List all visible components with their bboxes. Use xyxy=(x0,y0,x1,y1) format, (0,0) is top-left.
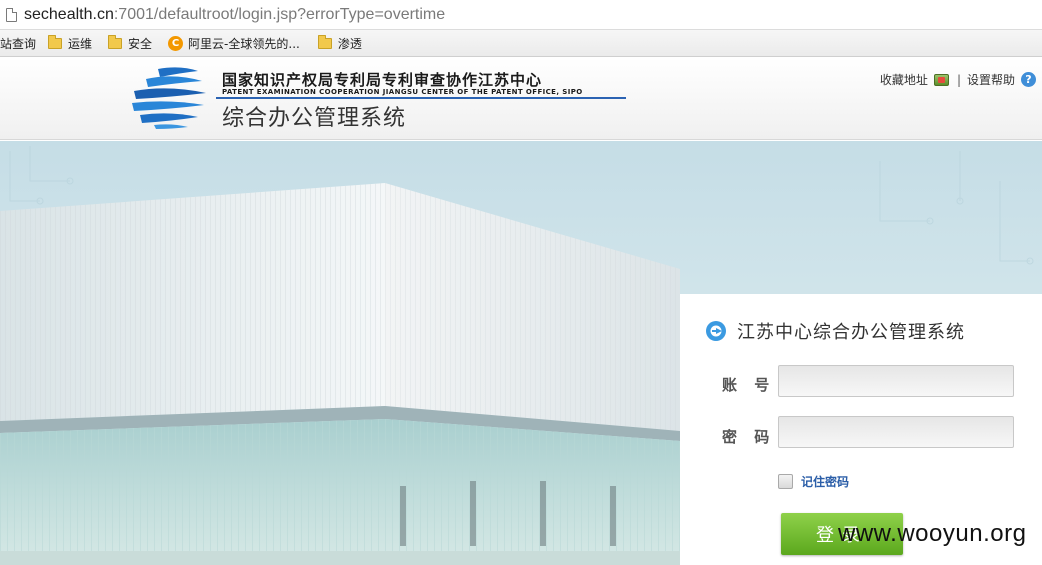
bookmark-item[interactable]: 站查询 xyxy=(0,35,36,52)
favorite-link[interactable]: 收藏地址 xyxy=(880,71,928,88)
system-title: 综合办公管理系统 xyxy=(222,106,407,131)
bookmark-item[interactable]: C 阿里云-全球领先的... xyxy=(168,35,300,52)
link-separator: | xyxy=(956,72,961,87)
bookmarks-bar: 站查询 运维 安全 C 阿里云-全球领先的... 渗透 xyxy=(0,30,1042,57)
folder-icon xyxy=(317,34,332,49)
org-name-en: PATENT EXAMINATION COOPERATION JIANGSU C… xyxy=(222,88,583,96)
remember-checkbox[interactable] xyxy=(778,474,793,489)
help-icon[interactable]: ? xyxy=(1021,72,1036,87)
favorite-icon[interactable] xyxy=(933,73,949,86)
logo-divider xyxy=(216,97,626,99)
bookmark-item[interactable]: 运维 xyxy=(48,34,93,52)
folder-icon xyxy=(48,34,63,49)
account-label: 账 号 xyxy=(722,376,776,394)
folder-icon xyxy=(108,34,123,49)
site-header: 国家知识产权局专利局专利审查协作江苏中心 PATENT EXAMINATION … xyxy=(0,58,1042,140)
account-input[interactable] xyxy=(778,365,1014,397)
password-input[interactable] xyxy=(778,416,1014,448)
bookmark-label: 安全 xyxy=(128,36,153,51)
bookmark-label: 阿里云-全球领先的... xyxy=(188,36,300,51)
address-bar[interactable]: sechealth.cn:7001/defaultroot/login.jsp?… xyxy=(0,0,1042,30)
password-label: 密 码 xyxy=(722,428,776,446)
header-links: 收藏地址 | 设置帮助 ? xyxy=(880,71,1036,88)
org-name-cn: 国家知识产权局专利局专利审查协作江苏中心 xyxy=(222,71,543,89)
aliyun-icon: C xyxy=(168,35,184,51)
bookmark-item[interactable]: 安全 xyxy=(108,34,153,52)
bookmark-label: 站查询 xyxy=(0,36,37,51)
bookmark-label: 渗透 xyxy=(337,36,362,51)
remember-label[interactable]: 记住密码 xyxy=(801,473,849,490)
url-path: :7001/defaultroot/login.jsp?errorType=ov… xyxy=(113,5,446,23)
url-host: sechealth.cn xyxy=(24,5,114,23)
bookmark-item[interactable]: 渗透 xyxy=(317,34,362,52)
help-link[interactable]: 设置帮助 xyxy=(967,71,1015,88)
login-title: 江苏中心综合办公管理系统 xyxy=(737,322,965,343)
watermark: www.wooyun.org xyxy=(838,520,1027,547)
remember-password[interactable]: 记住密码 xyxy=(778,473,849,490)
bookmark-label: 运维 xyxy=(68,36,93,51)
logo-icon xyxy=(132,67,206,129)
page-icon xyxy=(6,7,17,22)
url-text[interactable]: sechealth.cn:7001/defaultroot/login.jsp?… xyxy=(24,6,445,24)
power-arrow-icon xyxy=(706,321,726,341)
login-header: 江苏中心综合办公管理系统 xyxy=(705,318,965,344)
